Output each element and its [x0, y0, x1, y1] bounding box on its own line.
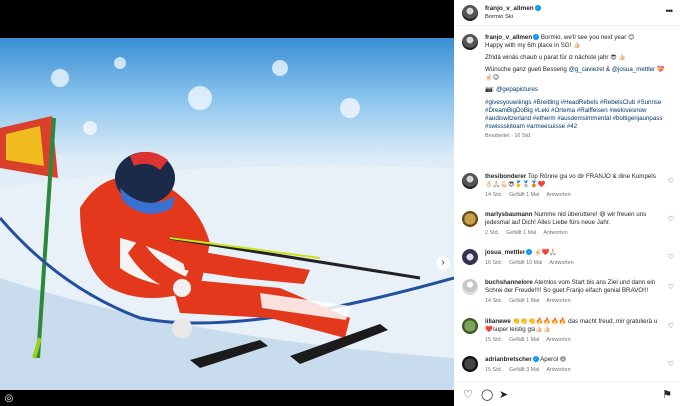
heart-icon[interactable]: ♡	[668, 322, 674, 330]
hashtags[interactable]: #givesyouwiiings #Breitling #HeadRebels …	[485, 99, 672, 131]
settings-icon[interactable]: ◎	[2, 392, 16, 406]
caption-wishes: Wünsche ganz gueti Besserig @g_caviezel …	[485, 66, 665, 82]
caption-username[interactable]: franjo_v_allmen	[485, 34, 532, 41]
avatar[interactable]	[462, 5, 478, 21]
comment-username[interactable]: thesibonderer	[485, 173, 526, 180]
chevron-right-icon[interactable]: ›	[436, 256, 450, 270]
heart-icon[interactable]: ♡	[668, 360, 674, 368]
reply-button[interactable]: Antworten	[546, 367, 570, 373]
comment-likes[interactable]: Gefällt 1 Mal	[509, 192, 539, 198]
mention-link[interactable]: @josua_mettler	[612, 66, 655, 73]
caption-line-1: Bormio, we'll see you next year	[540, 34, 629, 41]
avatar[interactable]	[462, 173, 478, 189]
comment-username[interactable]: buchshannelore	[485, 279, 533, 286]
caption-line-2: Happy with my 6th place in SG!	[485, 42, 574, 50]
avatar[interactable]	[462, 356, 478, 372]
comment-text: 👏👏👏🔥🔥🔥🔥 das macht freud..mir gratulierä …	[485, 318, 658, 333]
comment-username[interactable]: adrianbretscher	[485, 356, 532, 363]
mention-link[interactable]: @g_caviezel	[569, 66, 605, 73]
action-bar: ♡ ◯ ➤ ⚑	[454, 381, 680, 406]
reply-button[interactable]: Antworten	[546, 192, 570, 198]
bookmark-icon[interactable]: ⚑	[662, 389, 672, 401]
post-sidebar: franjo_v_allmen ✓ Bormio Ski ••• franjo_v…	[454, 0, 680, 406]
comment-item: lilianewe 👏👏👏🔥🔥🔥🔥 das macht freud..mir g…	[454, 318, 680, 343]
author-username[interactable]: franjo_v_allmen ✓	[485, 5, 541, 12]
heart-icon[interactable]: ♡	[668, 215, 674, 223]
comment-likes[interactable]: Gefällt 1 Mal	[506, 230, 536, 236]
comment-likes[interactable]: Gefällt 1 Mal	[509, 337, 539, 343]
comment-icon[interactable]: ◯	[481, 389, 493, 401]
ski-racer-photo	[0, 57, 454, 390]
caption-swiss: Zfridä winäs chaub u parat für iz nächst…	[485, 54, 627, 62]
avatar[interactable]	[462, 318, 478, 334]
reply-button[interactable]: Antworten	[546, 298, 570, 304]
avatar[interactable]	[462, 211, 478, 227]
heart-icon[interactable]: ♡	[668, 177, 674, 185]
comment-item: adrianbretscher ✓ Aperol 😄 15 Std. Gefällt…	[454, 356, 680, 373]
verified-icon: ✓	[526, 249, 533, 256]
comment-likes[interactable]: Gefällt 10 Mal	[509, 260, 542, 266]
verified-icon: ✓	[533, 34, 540, 41]
comment-time: 14 Std.	[485, 192, 503, 198]
post-caption: franjo_v_allmen ✓ Bormio, we'll see you n…	[454, 27, 680, 139]
avatar[interactable]	[462, 249, 478, 265]
avatar[interactable]	[462, 34, 478, 50]
heart-icon[interactable]: ♡	[463, 389, 473, 401]
more-options-icon[interactable]: •••	[666, 6, 674, 16]
comment-username[interactable]: lilianewe	[485, 318, 511, 325]
edited-time: Bearbeitet · 16 Std.	[485, 132, 532, 139]
comment-time: 14 Std.	[485, 298, 503, 304]
comment-text: Aperol 😄	[540, 356, 567, 363]
comment-username[interactable]: marlysbaumann	[485, 211, 532, 218]
verified-icon: ✓	[534, 5, 541, 12]
share-icon[interactable]: ➤	[499, 389, 508, 401]
comment-time: 2 Std.	[485, 230, 500, 236]
heart-icon[interactable]: ♡	[668, 283, 674, 291]
verified-icon: ✓	[532, 356, 539, 363]
comments-scroll[interactable]: franjo_v_allmen ✓ Bormio, we'll see you n…	[454, 27, 680, 381]
post-header: franjo_v_allmen ✓ Bormio Ski •••	[454, 0, 680, 26]
comment-item: buchshannelore Atemlos vom Start bis ans…	[454, 279, 680, 304]
reply-button[interactable]: Antworten	[549, 260, 573, 266]
comment-time: 15 Std.	[485, 367, 503, 373]
avatar[interactable]	[462, 279, 478, 295]
post-media: ›	[0, 38, 454, 390]
comment-time: 16 Std.	[485, 260, 503, 266]
comment-item: josua_mettler ✓ ✌🏻❤️🙏🏻 16 Std. Gefällt 10 …	[454, 249, 680, 266]
heart-icon[interactable]: ♡	[668, 253, 674, 261]
comment-time: 15 Std.	[485, 337, 503, 343]
reply-button[interactable]: Antworten	[543, 230, 567, 236]
comment-username[interactable]: josua_mettler	[485, 249, 525, 256]
comment-likes[interactable]: Gefällt 3 Mal	[509, 367, 539, 373]
comment-item: thesibonderer Top Rönne gsi vo dir FRANJ…	[454, 173, 680, 198]
mention-link[interactable]: @gepapictures	[496, 86, 538, 93]
comment-item: marlysbaumann Numme nid überuttere! 😃 wi…	[454, 211, 680, 236]
location-link[interactable]: Bormio Ski	[485, 14, 513, 20]
photo-credit: 📷: @gepapictures	[485, 86, 538, 94]
comment-likes[interactable]: Gefällt 1 Mal	[509, 298, 539, 304]
comment-text: ✌🏻❤️🙏🏻	[533, 249, 558, 256]
reply-button[interactable]: Antworten	[546, 337, 570, 343]
